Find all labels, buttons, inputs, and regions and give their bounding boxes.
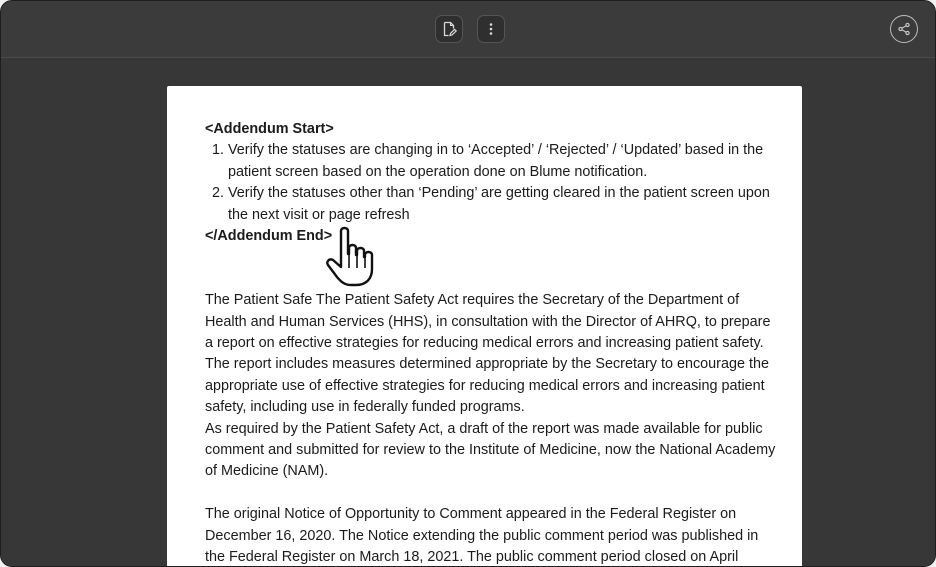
addendum-start-marker: <Addendum Start> — [205, 121, 334, 137]
share-icon — [898, 22, 910, 36]
share-button[interactable] — [890, 15, 918, 43]
document-viewer[interactable]: <Addendum Start> Verify the statuses are… — [1, 58, 935, 566]
paragraph: The original Notice of Opportunity to Co… — [205, 506, 759, 566]
paragraph: The Patient Safe The Patient Safety Act … — [205, 292, 771, 416]
document-body: <Addendum Start> Verify the statuses are… — [205, 119, 776, 566]
document-page[interactable]: <Addendum Start> Verify the statuses are… — [167, 86, 802, 566]
more-vertical-icon — [489, 23, 493, 35]
app-window: <Addendum Start> Verify the statuses are… — [0, 0, 936, 567]
list-item: Verify the statuses other than ‘Pending’… — [228, 183, 776, 226]
more-options-button[interactable] — [477, 15, 505, 43]
paragraph: As required by the Patient Safety Act, a… — [205, 420, 776, 480]
list-item: Verify the statuses are changing in to ‘… — [228, 140, 776, 183]
hand-pointer-icon — [326, 226, 374, 287]
file-edit-icon — [443, 21, 457, 37]
addendum-end-marker: </Addendum End> — [205, 228, 333, 245]
toolbar — [1, 1, 935, 58]
addendum-list: Verify the statuses are changing in to ‘… — [205, 140, 776, 226]
edit-document-button[interactable] — [435, 15, 463, 43]
